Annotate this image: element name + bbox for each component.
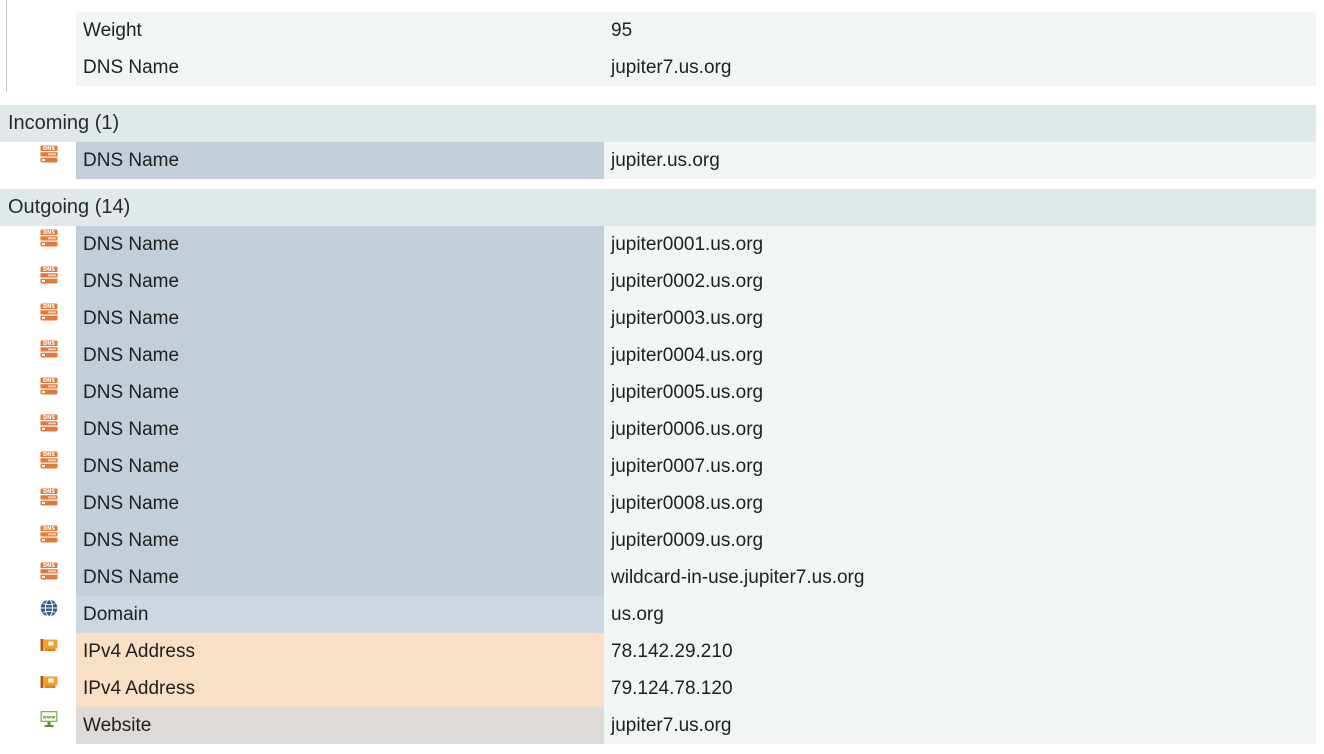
relation-row-ipv4-address[interactable]: IPv4 Address 79.124.78.120 [0,670,1316,707]
entity-value[interactable]: jupiter0002.us.org [604,263,763,300]
entity-value[interactable]: jupiter7.us.org [604,707,731,744]
relation-row-dns-name[interactable]: DNS DNS Name jupiter0007.us.org [0,448,1316,485]
svg-text:DNS: DNS [43,304,55,310]
dns-server-icon: DNS [40,377,58,395]
entity-value[interactable]: wildcard-in-use.jupiter7.us.org [604,559,864,596]
icon-cell [0,670,76,707]
svg-text:DNS: DNS [43,452,55,458]
svg-text:DNS: DNS [43,489,55,495]
relation-row-dns-name[interactable]: DNS DNS Name jupiter0003.us.org [0,300,1316,337]
left-border [6,0,7,92]
incoming-header[interactable]: Incoming (1) [0,105,1316,142]
property-row-weight: Weight 95 [76,12,1316,49]
entity-type-label: IPv4 Address [76,633,604,670]
relation-row-website[interactable]: www Website jupiter7.us.org [0,707,1316,744]
property-value[interactable]: 95 [611,20,632,42]
svg-text:DNS: DNS [43,526,55,532]
relation-row-dns-name[interactable]: DNS DNS Name jupiter0002.us.org [0,263,1316,300]
incoming-section: Incoming (1) DNS DNS Name jupiter.us.org [0,105,1316,179]
relation-row-dns-name[interactable]: DNS DNS Name wildcard-in-use.jupiter7.us.o… [0,559,1316,596]
icon-cell: DNS [0,142,76,179]
properties-panel: Weight 95 DNS Name jupiter7.us.org [76,12,1316,86]
entity-value[interactable]: 79.124.78.120 [604,670,733,707]
svg-text:DNS: DNS [43,563,55,569]
entity-type-label: DNS Name [76,263,604,300]
icon-cell: DNS [0,559,76,596]
network-card-icon [40,673,58,691]
relation-row-dns-name[interactable]: DNS DNS Name jupiter0001.us.org [0,226,1316,263]
svg-text:DNS: DNS [43,267,55,273]
icon-cell: DNS [0,522,76,559]
property-label: DNS Name [83,56,180,78]
icon-cell [0,596,76,633]
dns-server-icon: DNS [40,525,58,543]
entity-type-label: DNS Name [76,374,604,411]
outgoing-header[interactable]: Outgoing (14) [0,189,1316,226]
dns-server-icon: DNS [40,145,58,163]
dns-server-icon: DNS [40,266,58,284]
outgoing-section: Outgoing (14) DNS DNS Name jupiter0001.us.… [0,189,1316,744]
relation-row-domain[interactable]: Domain us.org [0,596,1316,633]
entity-type-label: DNS Name [76,226,604,263]
entity-type-label: Domain [76,596,604,633]
svg-text:DNS: DNS [43,146,55,152]
dns-server-icon: DNS [40,414,58,432]
dns-server-icon: DNS [40,488,58,506]
entity-type-label: DNS Name [76,337,604,374]
icon-cell: DNS [0,374,76,411]
entity-type-label: IPv4 Address [76,670,604,707]
entity-value[interactable]: jupiter0005.us.org [604,374,763,411]
property-value[interactable]: jupiter7.us.org [611,57,731,79]
relation-row-dns-name[interactable]: DNS DNS Name jupiter0004.us.org [0,337,1316,374]
relation-row-dns-name[interactable]: DNS DNS Name jupiter0006.us.org [0,411,1316,448]
property-row-dns-name: DNS Name jupiter7.us.org [76,49,1316,86]
relation-row-dns-name[interactable]: DNS DNS Name jupiter0009.us.org [0,522,1316,559]
entity-type-label: DNS Name [76,142,604,179]
website-monitor-icon: www [40,710,58,728]
entity-type-label: Website [76,707,604,744]
entity-value[interactable]: jupiter0003.us.org [604,300,763,337]
dns-server-icon: DNS [40,451,58,469]
entity-value[interactable]: jupiter0004.us.org [604,337,763,374]
icon-cell: DNS [0,337,76,374]
svg-text:DNS: DNS [43,341,55,347]
icon-cell: DNS [0,448,76,485]
entity-value[interactable]: jupiter.us.org [604,142,720,179]
icon-cell: DNS [0,226,76,263]
svg-text:DNS: DNS [43,378,55,384]
entity-value[interactable]: jupiter0007.us.org [604,448,763,485]
relation-row-dns-name[interactable]: DNS DNS Name jupiter0008.us.org [0,485,1316,522]
relation-row-dns-name[interactable]: DNS DNS Name jupiter.us.org [0,142,1316,179]
icon-cell: DNS [0,411,76,448]
svg-text:www: www [43,716,56,721]
entity-value[interactable]: jupiter0001.us.org [604,226,763,263]
dns-server-icon: DNS [40,340,58,358]
entity-type-label: DNS Name [76,411,604,448]
dns-server-icon: DNS [40,303,58,321]
entity-value[interactable]: jupiter0008.us.org [604,485,763,522]
entity-type-label: DNS Name [76,559,604,596]
entity-type-label: DNS Name [76,522,604,559]
entity-type-label: DNS Name [76,448,604,485]
network-card-icon [40,636,58,654]
icon-cell: DNS [0,300,76,337]
icon-cell: DNS [0,485,76,522]
icon-cell: DNS [0,263,76,300]
relation-row-ipv4-address[interactable]: IPv4 Address 78.142.29.210 [0,633,1316,670]
property-label: Weight [83,19,142,41]
entity-type-label: DNS Name [76,300,604,337]
icon-cell: www [0,707,76,744]
relation-row-dns-name[interactable]: DNS DNS Name jupiter0005.us.org [0,374,1316,411]
svg-text:DNS: DNS [43,230,55,236]
dns-server-icon: DNS [40,229,58,247]
icon-cell [0,633,76,670]
entity-value[interactable]: jupiter0009.us.org [604,522,763,559]
entity-type-label: DNS Name [76,485,604,522]
dns-server-icon: DNS [40,562,58,580]
entity-value[interactable]: us.org [604,596,664,633]
globe-icon [40,599,58,617]
entity-value[interactable]: jupiter0006.us.org [604,411,763,448]
svg-text:DNS: DNS [43,415,55,421]
entity-value[interactable]: 78.142.29.210 [604,633,733,670]
